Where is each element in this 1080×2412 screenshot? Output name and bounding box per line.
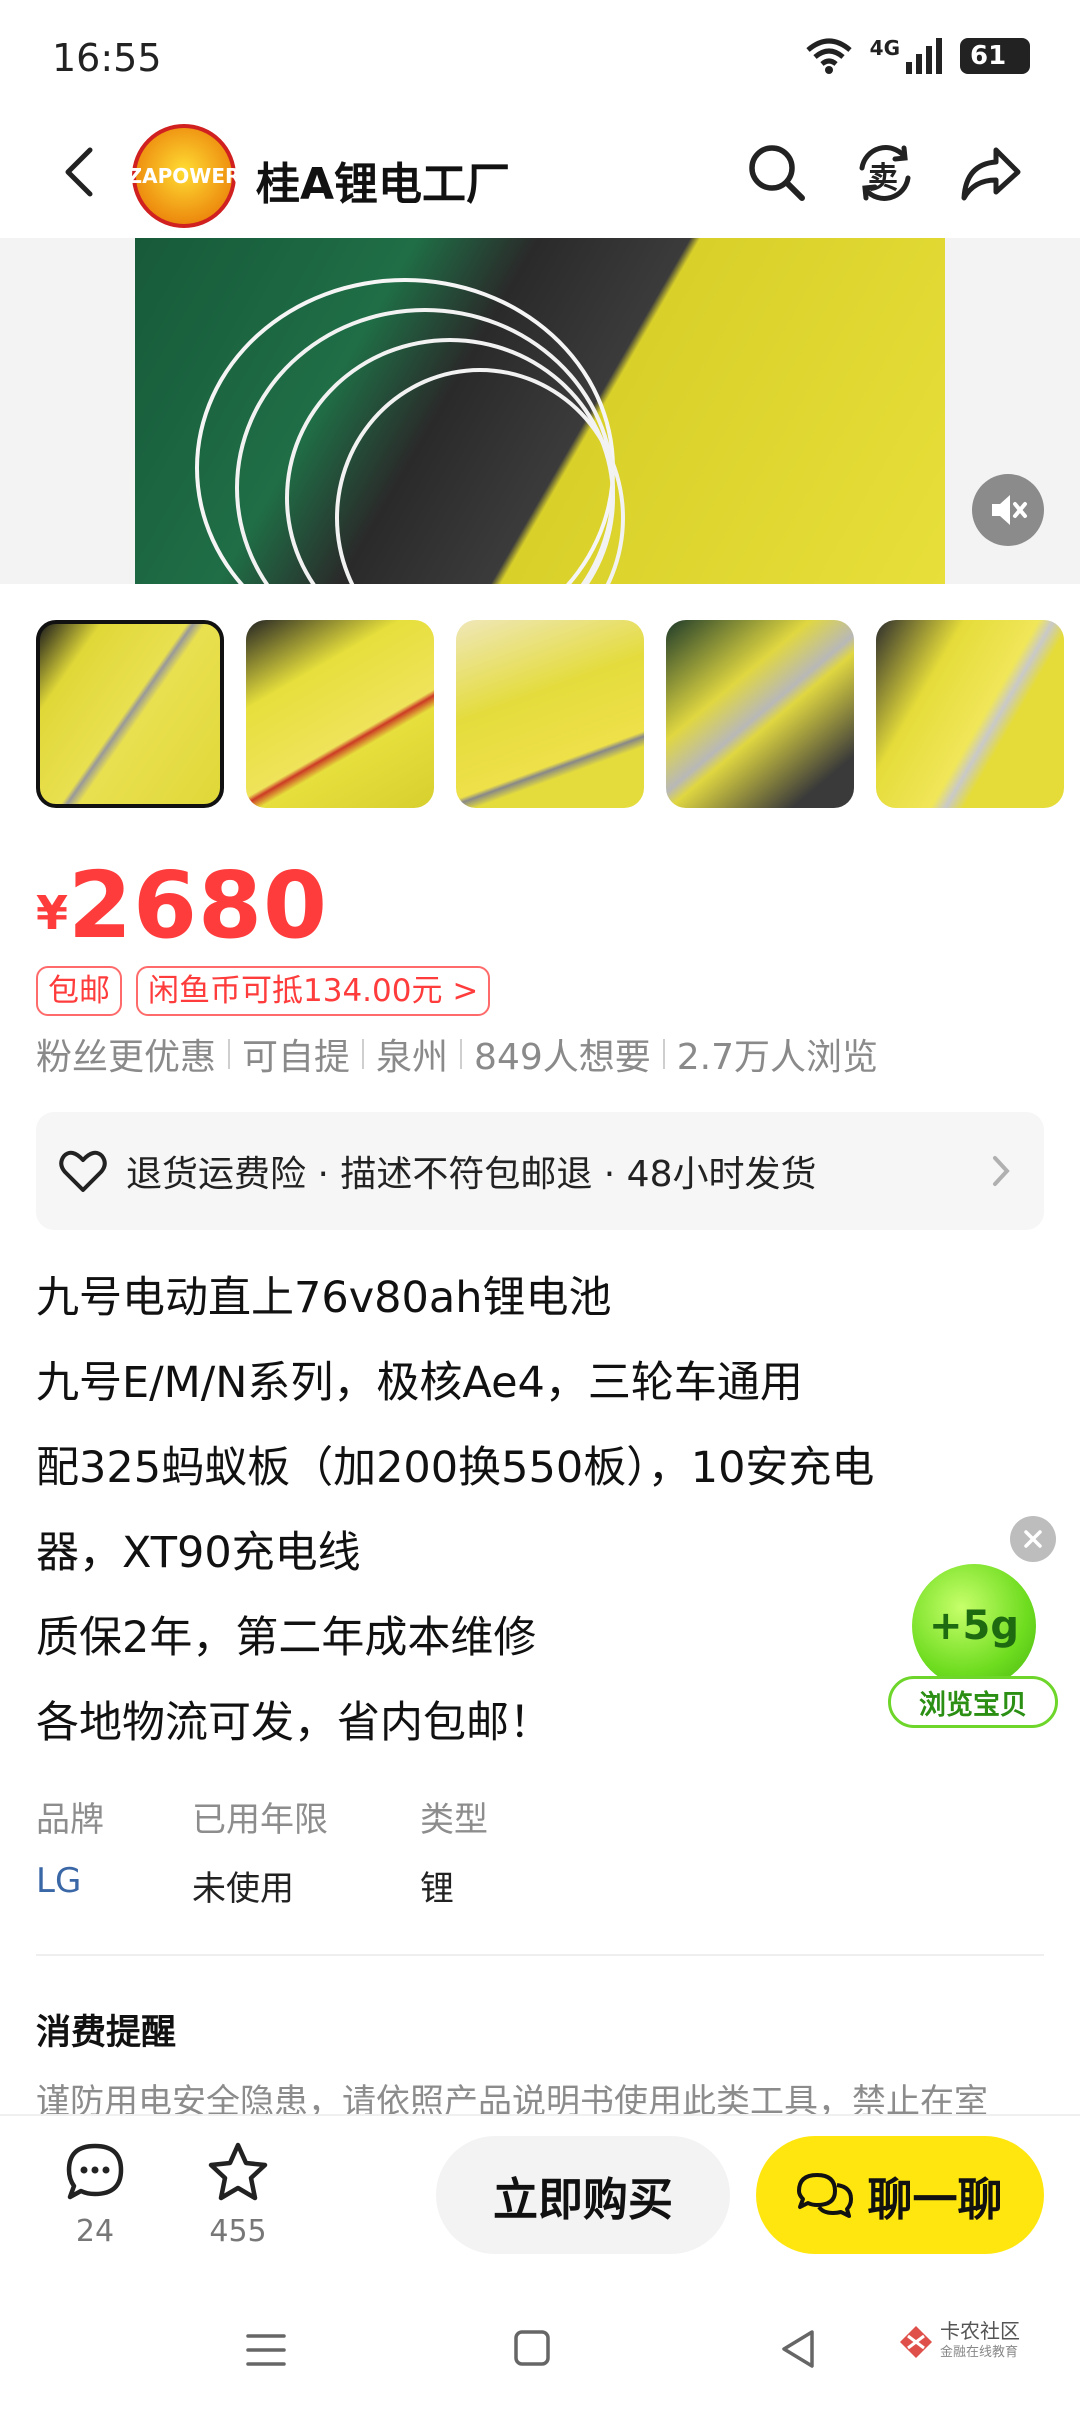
attr-brand: 品牌 LG	[36, 1792, 192, 1910]
chevron-right-icon	[993, 1156, 1010, 1186]
browse-reward-widget[interactable]: +5g 浏览宝贝	[888, 1564, 1058, 1734]
status-bar: 16:55 4G 61	[0, 0, 1080, 120]
favorite-button[interactable]: 455	[193, 2140, 283, 2249]
search-icon[interactable]	[744, 140, 810, 206]
attr-key: 已用年限	[192, 1800, 328, 1840]
product-description: 九号电动直上76v80ah锂电池 九号E/M/N系列，极核Ae4，三轮车通用 配…	[36, 1256, 936, 1766]
close-icon	[1024, 1530, 1042, 1548]
sell-icon-label: 卖	[868, 161, 898, 196]
home-icon[interactable]	[512, 2328, 552, 2368]
thumbnail-2[interactable]	[246, 620, 434, 808]
guarantee-text: 退货运费险 · 描述不符包邮退 · 48小时发货	[126, 1154, 817, 1195]
meta-divider	[460, 1039, 463, 1069]
network-label: 4G	[869, 36, 900, 60]
thumbnail-3[interactable]	[456, 620, 644, 808]
system-nav-bar: 卡农社区 金融在线教育	[0, 2290, 1080, 2412]
reward-badge: +5g	[912, 1564, 1036, 1688]
attr-type: 类型 锂	[420, 1792, 620, 1910]
comment-count: 24	[75, 2214, 115, 2249]
star-icon	[208, 2142, 268, 2201]
meta-location: 泉州	[376, 1037, 449, 1078]
signal-icon	[906, 38, 942, 74]
header: ZAPOWER 桂A锂电工厂 卖	[0, 120, 1080, 238]
thumbnail-1[interactable]	[36, 620, 224, 808]
attr-value-link[interactable]: LG	[36, 1861, 192, 1901]
wifi-icon	[806, 38, 852, 74]
watermark-logo-icon	[900, 2326, 932, 2358]
coin-discount-tag[interactable]: 闲鱼币可抵134.00元 >	[136, 966, 491, 1016]
chat-label: 聊一聊	[867, 2172, 1003, 2226]
notice-text: 谨防用电安全隐患，请依照产品说明书使用此类工具，禁止在室	[36, 2082, 988, 2118]
thumbnail-5[interactable]	[876, 620, 1064, 808]
product-video[interactable]	[0, 238, 1080, 584]
notice-title: 消费提醒	[36, 2013, 177, 2053]
meta-wants: 849人想要	[474, 1037, 651, 1078]
meta-fans-discount: 粉丝更优惠	[36, 1037, 217, 1078]
heart-shield-icon	[59, 1150, 107, 1192]
description-line: 配325蚂蚁板（加200换550板），10安充电	[36, 1443, 875, 1493]
listing-meta: 粉丝更优惠 可自提 泉州 849人想要 2.7万人浏览	[36, 1028, 878, 1080]
chat-button[interactable]: 聊一聊	[756, 2136, 1044, 2254]
description-line: 各地物流可发，省内包邮！	[36, 1698, 552, 1748]
meta-divider	[662, 1039, 665, 1069]
price-currency: ¥	[36, 886, 69, 940]
menu-icon[interactable]	[244, 2328, 288, 2372]
speaker-muted-icon	[992, 495, 1027, 525]
attr-value: 未使用	[192, 1869, 294, 1909]
comment-bubble-icon	[66, 2143, 124, 2200]
battery-level: 61	[970, 41, 1007, 71]
shop-logo-text: ZAPOWER	[127, 164, 241, 188]
attr-usage-years: 已用年限 未使用	[192, 1792, 420, 1910]
free-shipping-tag: 包邮	[36, 966, 122, 1016]
description-line: 器，XT90充电线	[36, 1528, 361, 1578]
favorite-count: 455	[209, 2214, 267, 2249]
product-main-image[interactable]	[135, 238, 945, 584]
meta-pickup: 可自提	[242, 1037, 351, 1078]
status-icons: 4G 61	[804, 36, 1030, 76]
attr-value: 锂	[420, 1869, 454, 1909]
thumbnail-strip	[36, 620, 1080, 808]
meta-views: 2.7万人浏览	[676, 1037, 879, 1078]
meta-divider	[362, 1039, 365, 1069]
shop-avatar[interactable]: ZAPOWER	[128, 124, 240, 228]
watermark-title: 卡农社区	[940, 2319, 1020, 2343]
description-line: 九号E/M/N系列，极核Ae4，三轮车通用	[36, 1358, 803, 1408]
bottom-action-bar: 24 455 立即购买 聊一聊	[0, 2114, 1080, 2290]
back-arrow-icon[interactable]	[52, 142, 112, 202]
price-tags: 包邮 闲鱼币可抵134.00元 >	[36, 966, 491, 1016]
watermark-subtitle: 金融在线教育	[940, 2345, 1019, 2360]
shop-name[interactable]: 桂A锂电工厂	[256, 148, 510, 212]
attr-key: 品牌	[36, 1800, 104, 1840]
comment-button[interactable]: 24	[50, 2140, 140, 2249]
battery-icon: 61	[960, 38, 1030, 74]
sell-button[interactable]: 卖	[852, 140, 918, 206]
attr-key: 类型	[420, 1800, 488, 1840]
guarantee-bar[interactable]: 退货运费险 · 描述不符包邮退 · 48小时发货	[36, 1112, 1044, 1230]
reward-close-button[interactable]	[1010, 1516, 1056, 1562]
description-line: 质保2年，第二年成本维修	[36, 1613, 537, 1663]
mute-button[interactable]	[972, 474, 1044, 546]
chat-icon	[797, 2173, 854, 2218]
share-icon[interactable]	[958, 140, 1024, 206]
thumbnail-4[interactable]	[666, 620, 854, 808]
meta-divider	[228, 1039, 231, 1069]
attributes: 品牌 LG 已用年限 未使用 类型 锂	[36, 1792, 620, 1910]
section-divider	[36, 1954, 1044, 1956]
status-time: 16:55	[52, 36, 162, 80]
back-triangle-icon[interactable]	[778, 2328, 818, 2370]
price-amount: 2680	[68, 852, 329, 959]
price: ¥2680	[36, 852, 328, 959]
description-line: 九号电动直上76v80ah锂电池	[36, 1273, 612, 1323]
watermark: 卡农社区 金融在线教育	[898, 2320, 1020, 2364]
reward-label: 浏览宝贝	[888, 1676, 1058, 1728]
buy-now-button[interactable]: 立即购买	[436, 2136, 730, 2254]
